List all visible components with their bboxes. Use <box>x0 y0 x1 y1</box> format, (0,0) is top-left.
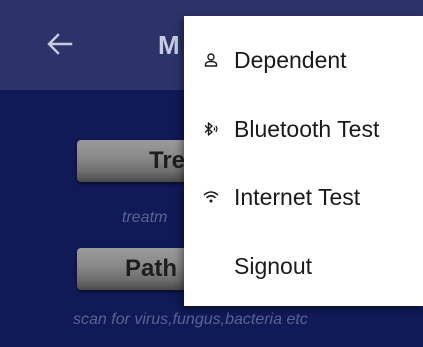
app-screen: M Tre treatm Path scan for virus,fungus,… <box>0 0 423 347</box>
menu-item-signout[interactable]: Signout <box>184 236 423 296</box>
person-icon <box>202 51 220 69</box>
treatment-button-label: Tre <box>149 147 186 174</box>
menu-item-label: Bluetooth Test <box>234 115 380 142</box>
menu-item-dependent[interactable]: Dependent <box>184 30 423 90</box>
pathogen-caption: scan for virus,fungus,bacteria etc <box>73 311 308 328</box>
menu-item-label: Dependent <box>234 46 347 73</box>
arrow-left-icon <box>47 33 73 55</box>
back-button[interactable] <box>36 22 84 66</box>
menu-item-internet-test[interactable]: Internet Test <box>184 167 423 227</box>
menu-item-label: Internet Test <box>234 183 361 210</box>
menu-item-bluetooth-test[interactable]: Bluetooth Test <box>184 99 423 159</box>
overflow-menu: Dependent Bluetooth Test Internet Test S… <box>184 16 423 306</box>
treatment-caption: treatm <box>122 209 168 226</box>
pathogen-button-label: Path <box>125 255 178 282</box>
menu-item-label: Signout <box>234 252 313 279</box>
bluetooth-icon <box>202 120 220 138</box>
app-title: M <box>158 30 180 60</box>
wifi-icon <box>202 188 220 206</box>
